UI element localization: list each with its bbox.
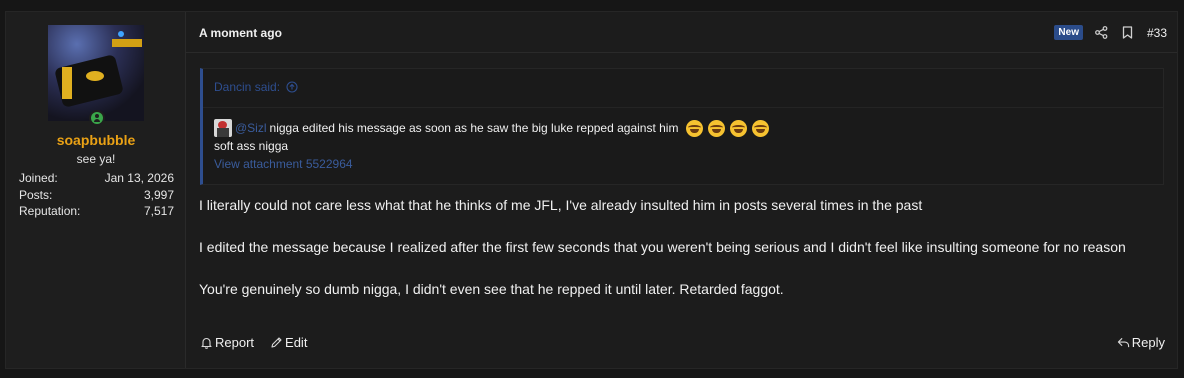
stat-label: Joined: <box>19 171 58 185</box>
post-header-actions: New #33 <box>1054 25 1167 40</box>
quote-block: Dancin said: @Sizl nigga edited his mess… <box>200 68 1164 185</box>
user-online-icon <box>89 110 105 126</box>
attachment-link[interactable]: View attachment 5522964 <box>214 155 1153 173</box>
laughing-emoji-icon <box>708 119 726 137</box>
stat-label: Reputation: <box>19 204 81 218</box>
post-footer: Report Edit Reply <box>200 335 1165 353</box>
stat-posts: Posts: 3,997 <box>19 187 174 204</box>
message-body: I literally could not care less what tha… <box>199 195 1159 321</box>
quote-author[interactable]: Dancin said: <box>214 80 298 94</box>
arrow-up-circle-icon[interactable] <box>286 81 298 93</box>
report-button[interactable]: Report <box>200 335 254 350</box>
footer-actions-left: Report Edit <box>200 335 307 350</box>
edit-button[interactable]: Edit <box>270 335 307 350</box>
stat-value: Jan 13, 2026 <box>104 171 174 185</box>
emoji-row <box>684 119 770 137</box>
message-paragraph: I literally could not care less what tha… <box>199 197 923 213</box>
stat-joined: Joined: Jan 13, 2026 <box>19 170 174 187</box>
stat-value: 3,997 <box>143 187 174 202</box>
quote-body: @Sizl nigga edited his message as soon a… <box>214 119 1153 173</box>
laughing-emoji-icon <box>752 119 770 137</box>
reply-label: Reply <box>1131 335 1165 350</box>
user-mention[interactable]: @Sizl <box>235 121 267 135</box>
stat-value: 7,517 <box>143 204 174 218</box>
post-header: A moment ago New #33 <box>186 12 1177 53</box>
user-stats: Joined: Jan 13, 2026 Posts: 3,997 Reputa… <box>19 170 174 220</box>
laughing-emoji-icon <box>686 119 704 137</box>
quote-header: Dancin said: <box>203 69 1163 108</box>
post-main: A moment ago New #33 Dancin said: @Sizl … <box>186 12 1177 368</box>
user-cell: soapbubble see ya! Joined: Jan 13, 2026 … <box>6 12 186 368</box>
bookmark-icon[interactable] <box>1121 26 1135 40</box>
edit-pencil-icon <box>270 336 283 349</box>
quote-line-1: @Sizl nigga edited his message as soon a… <box>214 119 1153 137</box>
report-label: Report <box>215 335 255 350</box>
post: soapbubble see ya! Joined: Jan 13, 2026 … <box>5 11 1178 369</box>
report-bell-icon <box>200 336 213 349</box>
mention-avatar[interactable] <box>214 119 232 137</box>
edit-label: Edit <box>285 335 308 350</box>
new-badge: New <box>1054 25 1083 40</box>
user-title: see ya! <box>76 152 116 166</box>
quote-text-2: soft ass nigga <box>214 139 289 153</box>
stat-reputation: Reputation: 7,517 <box>19 203 174 220</box>
share-icon[interactable] <box>1095 26 1109 40</box>
reply-button[interactable]: Reply <box>1117 335 1165 350</box>
post-number[interactable]: #33 <box>1147 26 1167 40</box>
message-paragraph: I edited the message because I realized … <box>199 239 1126 255</box>
stat-label: Posts: <box>19 187 53 202</box>
quote-author-label: Dancin said: <box>214 80 281 94</box>
avatar[interactable] <box>48 25 144 121</box>
post-time[interactable]: A moment ago <box>199 26 282 40</box>
username[interactable]: soapbubble <box>6 132 186 148</box>
reply-icon <box>1117 336 1130 349</box>
message-paragraph: You're genuinely so dumb nigga, I didn't… <box>199 281 784 297</box>
laughing-emoji-icon <box>730 119 748 137</box>
quote-text-1: nigga edited his message as soon as he s… <box>269 121 679 135</box>
